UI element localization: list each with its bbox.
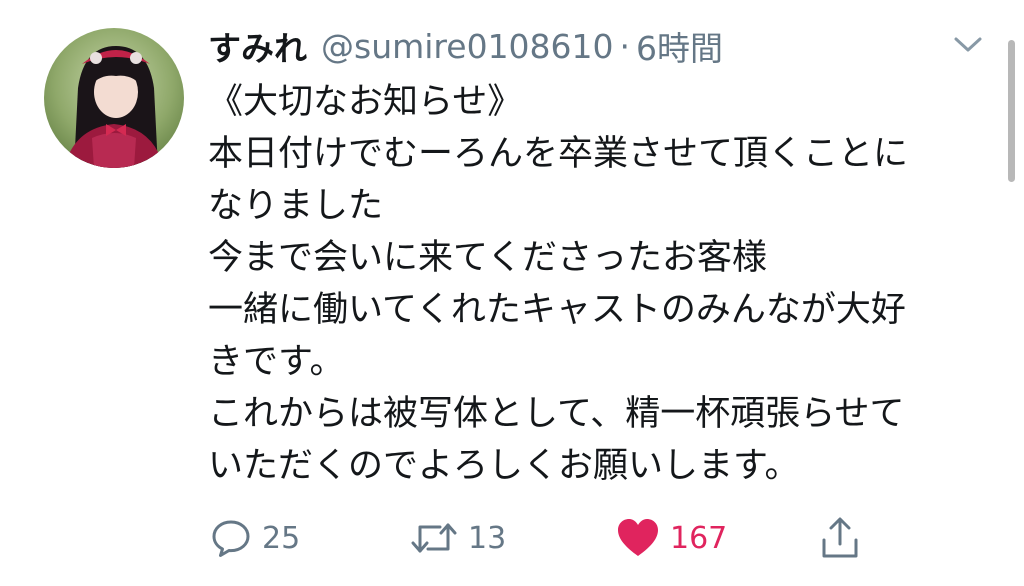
retweet-button[interactable]: 13: [410, 510, 506, 566]
like-button[interactable]: 167: [616, 510, 727, 566]
tweet-actions: 25 13 167: [0, 510, 1024, 566]
tweet-text-line: きです。: [208, 342, 345, 382]
separator: ·: [619, 26, 631, 66]
share-icon: [818, 516, 862, 560]
retweet-count: 13: [468, 520, 507, 556]
tweet-text-line: 《大切なお知らせ》: [208, 82, 523, 122]
reply-count: 25: [262, 520, 301, 556]
reply-button[interactable]: 25: [210, 510, 300, 566]
scrollbar[interactable]: [1008, 40, 1015, 182]
tweet: すみれ @sumire0108610 · 6時間 《大切なお知らせ》 本日付けで…: [0, 0, 1024, 586]
tweet-header: すみれ @sumire0108610 · 6時間: [208, 22, 723, 70]
tweet-text-line: 今まで会いに来てくださったお客様: [208, 238, 767, 278]
tweet-text-line: なりました: [208, 186, 384, 226]
heart-icon: [616, 517, 660, 559]
user-handle[interactable]: @sumire0108610: [321, 27, 614, 66]
share-button[interactable]: [818, 510, 862, 566]
avatar[interactable]: [44, 28, 184, 168]
retweet-icon: [410, 517, 458, 559]
tweet-text-line: いただくのでよろしくお願いします。: [208, 446, 800, 486]
timestamp[interactable]: 6時間: [636, 22, 723, 70]
tweet-text-line: 一緒に働いてくれたキャストのみんなが大好: [208, 290, 906, 330]
tweet-text-line: 本日付けでむーろんを卒業させて頂くことに: [208, 134, 909, 174]
reply-icon: [210, 517, 252, 559]
tweet-text: 《大切なお知らせ》 本日付けでむーろんを卒業させて頂くことに なりました 今まで…: [208, 76, 998, 492]
like-count: 167: [670, 520, 728, 556]
display-name[interactable]: すみれ: [208, 22, 307, 70]
chevron-down-icon[interactable]: [950, 30, 986, 58]
tweet-text-line: これからは被写体として、精一杯頑張らせて: [208, 394, 905, 434]
